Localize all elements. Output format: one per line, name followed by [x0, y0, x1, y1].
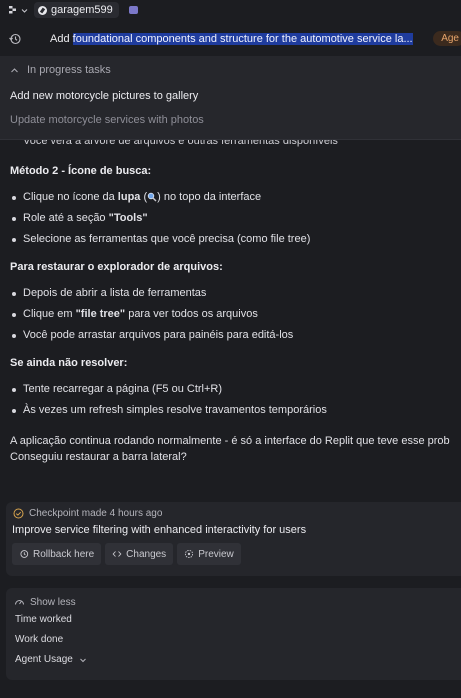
time-worked-label: Time worked — [15, 614, 72, 625]
task-item[interactable]: Add new motorcycle pictures to gallery — [0, 84, 461, 108]
history-icon[interactable] — [8, 32, 22, 46]
chevron-down-icon — [21, 8, 28, 13]
agent-usage-label: Agent Usage — [15, 654, 73, 665]
changes-button[interactable]: Changes — [105, 543, 174, 565]
task-title-prefix: Add — [50, 33, 73, 45]
rollback-label: Rollback here — [33, 548, 95, 560]
agent-pill[interactable]: Age — [433, 31, 461, 46]
list-item-bold: "Tools" — [108, 212, 148, 224]
work-done-label: Work done — [15, 634, 64, 645]
show-less-label: Show less — [30, 596, 76, 608]
top-bar: garagem599 — [0, 0, 461, 20]
list-item: Tente recarregar a página (F5 ou Ctrl+R) — [10, 379, 461, 400]
closing-paragraph: A aplicação continua rodando normalmente… — [10, 433, 461, 465]
closing-line: A aplicação continua rodando normalmente… — [10, 435, 450, 447]
magnifier-icon — [147, 192, 157, 202]
list-item-text: Clique em — [23, 308, 76, 320]
checkpoint-actions: Rollback here Changes Preview — [6, 536, 461, 565]
preview-button[interactable]: Preview — [177, 543, 241, 565]
task-title-selected: foundational components and structure fo… — [72, 33, 413, 45]
gauge-icon — [15, 599, 24, 605]
work-summary-card: Show less Time worked Work done Agent Us… — [6, 588, 461, 680]
list-item-bold: "file tree" — [75, 308, 126, 320]
dropdown-header[interactable]: In progress tasks — [0, 56, 461, 84]
preview-icon — [185, 549, 194, 559]
task-title[interactable]: Add foundational components and structur… — [50, 33, 430, 45]
changes-label: Changes — [126, 548, 167, 560]
code-icon — [112, 551, 122, 557]
unresolved-list: Tente recarregar a página (F5 ou Ctrl+R)… — [10, 379, 461, 421]
preview-label: Preview — [198, 548, 234, 560]
restore-list: Depois de abrir a lista de ferramentas C… — [10, 283, 461, 346]
checkpoint-meta-text: Checkpoint made 4 hours ago — [29, 508, 163, 519]
checkpoint-card: Checkpoint made 4 hours ago Improve serv… — [6, 502, 461, 576]
workspace-icon — [38, 5, 47, 15]
list-item-text: para ver todos os arquivos — [125, 308, 258, 320]
checkpoint-meta: Checkpoint made 4 hours ago — [6, 502, 461, 519]
list-item: Role até a seção "Tools" — [10, 208, 461, 229]
agent-message: Você verá a árvore de arquivos e outras … — [0, 134, 461, 465]
list-item: Clique no ícone da lupa ( ) no topo da in… — [10, 187, 461, 208]
replit-logo-icon — [9, 6, 16, 14]
list-item: Às vezes um refresh simples resolve trav… — [10, 400, 461, 421]
list-item: Clique em "file tree" para ver todos os … — [10, 304, 461, 325]
in-progress-dropdown: In progress tasks Add new motorcycle pic… — [0, 56, 461, 140]
list-item-text: ) no topo da interface — [157, 191, 262, 203]
checkpoint-title: Improve service filtering with enhanced … — [12, 524, 307, 536]
list-item-bold: lupa — [117, 191, 141, 203]
unresolved-heading: Se ainda não resolver: — [10, 357, 128, 369]
list-item: Selecione as ferramentas que você precis… — [10, 229, 461, 250]
list-item: Depois de abrir a lista de ferramentas — [10, 283, 461, 304]
method2-heading: Método 2 - Ícone de busca: — [10, 165, 152, 177]
list-item-text: Role até a seção — [23, 212, 109, 224]
workspace-badge-icon[interactable] — [128, 6, 138, 14]
dropdown-header-label: In progress tasks — [27, 64, 111, 76]
time-worked-row: Time worked — [6, 610, 461, 630]
chevron-down-icon — [79, 658, 86, 663]
rollback-icon — [20, 550, 29, 558]
list-item-text: ( — [140, 191, 148, 203]
restore-heading: Para restaurar o explorador de arquivos: — [10, 261, 223, 273]
show-less-toggle[interactable]: Show less — [6, 588, 461, 610]
agent-usage-row[interactable]: Agent Usage — [6, 650, 461, 670]
task-bar: Add foundational components and structur… — [0, 28, 461, 50]
list-item-text: Clique no ícone da — [23, 191, 118, 203]
workspace-name: garagem599 — [51, 4, 113, 16]
workspace-selector[interactable]: garagem599 — [34, 2, 119, 18]
replit-menu[interactable] — [8, 5, 28, 15]
list-item: Você pode arrastar arquivos para painéis… — [10, 325, 461, 346]
work-done-row: Work done — [6, 630, 461, 650]
check-circle-icon — [13, 508, 24, 519]
chevron-up-icon — [11, 67, 18, 72]
rollback-button[interactable]: Rollback here — [12, 543, 102, 565]
method2-list: Clique no ícone da lupa ( ) no topo da in… — [10, 187, 461, 250]
task-item[interactable]: Update motorcycle services with photos — [0, 108, 461, 132]
closing-question: Conseguiu restaurar a barra lateral? — [10, 451, 187, 463]
